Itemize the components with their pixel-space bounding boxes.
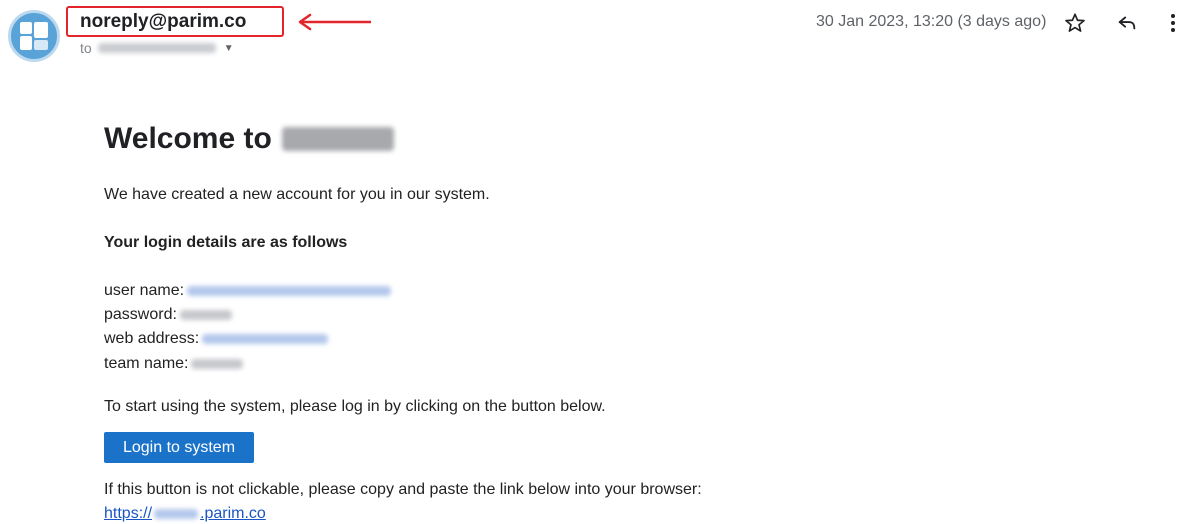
web-address-value-redacted[interactable] xyxy=(202,334,329,344)
title-text: Welcome to xyxy=(104,122,272,155)
detail-row-user-name: user name: xyxy=(104,282,392,300)
team-name-value-redacted xyxy=(191,359,244,369)
instructions-text: To start using the system, please log in… xyxy=(104,398,606,415)
email-date: 30 Jan 2023, 13:20 (3 days ago) xyxy=(816,13,1047,30)
fallback-text: If this button is not clickable, please … xyxy=(104,481,702,498)
to-label: to xyxy=(80,40,92,56)
link-subdomain-redacted[interactable] xyxy=(154,509,199,519)
details-heading: Your login details are as follows xyxy=(104,234,348,251)
password-label: password: xyxy=(104,306,177,323)
password-value-redacted xyxy=(179,310,232,320)
team-name-redacted xyxy=(281,127,394,151)
sender-email[interactable]: noreply@parim.co xyxy=(80,11,246,33)
link-suffix[interactable]: .parim.co xyxy=(200,505,266,523)
more-options-button[interactable] xyxy=(1160,10,1186,36)
recipient-line[interactable]: to ▼ xyxy=(80,40,234,56)
intro-text: We have created a new account for you in… xyxy=(104,186,490,203)
detail-row-password: password: xyxy=(104,306,232,324)
email-title: Welcome to xyxy=(104,122,394,156)
user-name-label: user name: xyxy=(104,282,185,299)
red-arrow-icon xyxy=(298,13,371,31)
reply-button[interactable] xyxy=(1114,10,1140,36)
star-button[interactable] xyxy=(1062,10,1088,36)
web-address-label: web address: xyxy=(104,330,200,347)
login-link[interactable]: https:// .parim.co xyxy=(104,505,266,523)
avatar-logo-icon xyxy=(20,22,48,50)
user-name-value-redacted[interactable] xyxy=(187,286,392,296)
team-name-label: team name: xyxy=(104,355,189,372)
login-to-system-button[interactable]: Login to system xyxy=(104,432,254,463)
reply-icon xyxy=(1118,16,1136,30)
chevron-down-icon[interactable]: ▼ xyxy=(224,43,234,54)
more-vert-icon xyxy=(1171,14,1175,32)
link-prefix[interactable]: https:// xyxy=(104,505,152,523)
detail-row-team-name: team name: xyxy=(104,355,244,373)
sender-avatar[interactable] xyxy=(8,10,60,62)
star-icon xyxy=(1065,13,1085,32)
email-view: noreply@parim.co to ▼ 30 Jan 2023, 13:20… xyxy=(0,0,1187,524)
detail-row-web-address: web address: xyxy=(104,330,329,348)
recipient-redacted xyxy=(97,43,216,53)
